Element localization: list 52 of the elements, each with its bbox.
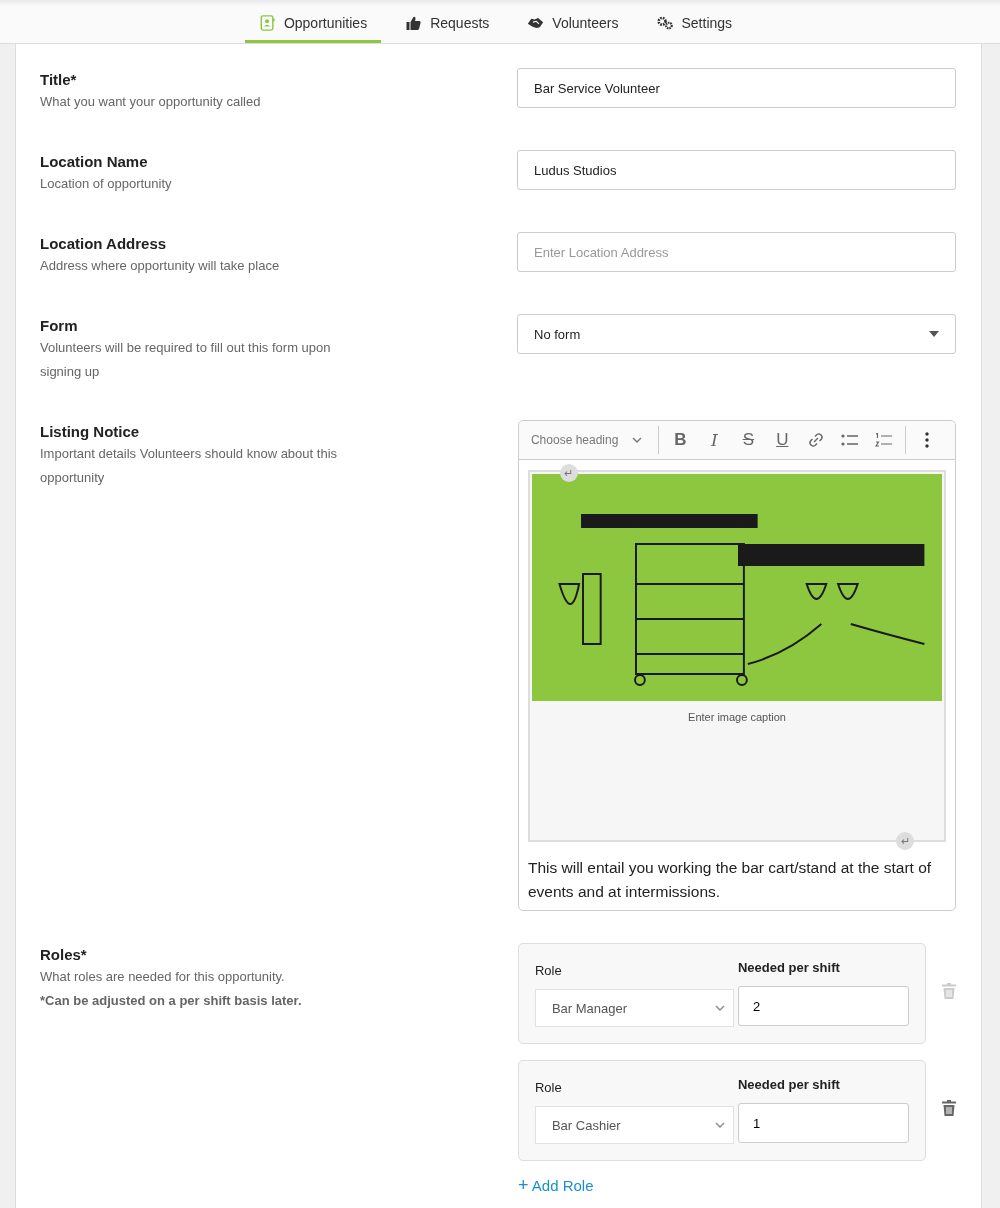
heading-dropdown[interactable]: Choose heading: [518, 427, 655, 453]
text-field[interactable]: Ludus Studios: [517, 150, 956, 190]
thumbs-up-icon: [405, 15, 423, 31]
trash-icon: [941, 983, 956, 999]
caret-icon: [929, 331, 939, 337]
add-role-button[interactable]: + Add Role: [517, 1176, 594, 1195]
bold-button[interactable]: B: [663, 425, 698, 455]
tab[interactable]: Volunteers: [513, 0, 633, 43]
field-note: *Can be adjusted on a per shift basis later.: [40, 992, 303, 1010]
gears-icon: [656, 15, 674, 31]
contact-book-icon: [258, 15, 276, 31]
text-field[interactable]: Bar Service Volunteer: [517, 68, 956, 108]
needed-label: Needed per shift: [737, 1076, 841, 1094]
field-description: What you want your opportunity called: [40, 93, 262, 111]
field-description: Location of opportunity: [40, 175, 173, 193]
trash-icon: [941, 1100, 956, 1116]
link-icon: [808, 432, 825, 448]
field-title: Location Name: [40, 152, 149, 172]
handshake-icon: [527, 15, 545, 31]
field-title: Form: [40, 316, 79, 336]
field-title: Roles*: [40, 945, 88, 965]
needed-field[interactable]: 2: [737, 986, 909, 1026]
field-title: Listing Notice: [40, 422, 141, 442]
italic-button[interactable]: I: [697, 425, 732, 455]
text-field[interactable]: Enter Location Address: [517, 232, 956, 272]
more-icon: [925, 432, 930, 448]
role-label: Role: [534, 1079, 563, 1097]
role-label: Role: [534, 962, 563, 980]
field-description: Important details Volunteers should know about this opportunity: [40, 445, 338, 487]
role-dropdown[interactable]: Bar Manager: [534, 989, 734, 1027]
rich-text-editor[interactable]: Choose heading B I S U ↵ Enter image caption ↵ This will entail you working the bar cart/stand at the start of events and at intermissions.: [517, 420, 956, 911]
strike-button[interactable]: S: [731, 425, 766, 455]
form-dropdown[interactable]: No form: [517, 314, 956, 354]
delete-button[interactable]: [941, 1100, 956, 1116]
image-caption-field[interactable]: Enter image caption: [531, 701, 942, 723]
field-title: Title*: [40, 70, 78, 90]
field-title: Location Address: [40, 234, 168, 254]
needed-field[interactable]: 1: [737, 1103, 909, 1143]
field-description: What roles are needed for this opportunity.: [40, 968, 286, 986]
tab[interactable]: Requests: [391, 0, 504, 43]
numbered-list-icon: [875, 433, 894, 447]
chevron-icon: [632, 437, 643, 443]
bullet-list-icon: [841, 433, 860, 447]
notice-paragraph: This will entail you working the bar cart/stand at the start of events and at intermissions.: [527, 858, 933, 902]
role-dropdown[interactable]: Bar Cashier: [534, 1106, 734, 1144]
field-description: Volunteers will be required to fill out this form upon signing up: [40, 339, 332, 381]
chevron-icon: [714, 1005, 725, 1011]
chevron-icon: [714, 1122, 725, 1128]
needed-label: Needed per shift: [737, 959, 841, 977]
underline-button[interactable]: U: [765, 425, 800, 455]
field-description: Address where opportunity will take place: [40, 257, 281, 275]
tab[interactable]: Settings: [642, 0, 747, 43]
